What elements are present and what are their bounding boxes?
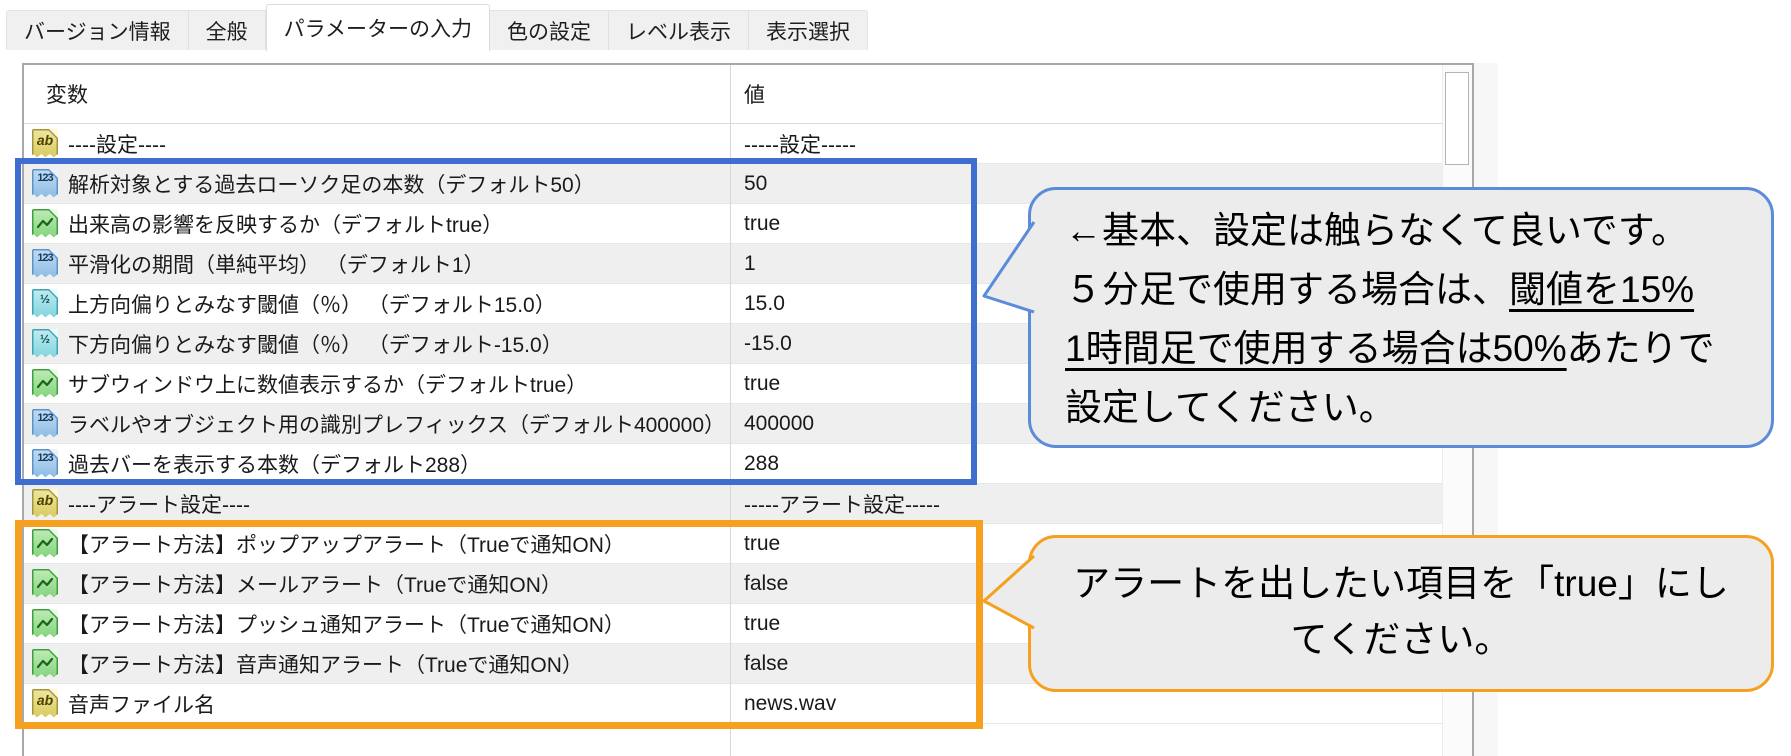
table-row[interactable]: ab ----アラート設定---- -----アラート設定----- [24,484,1442,524]
string-type-icon: ab [32,129,58,158]
tab-common[interactable]: 全般 [189,11,266,50]
callout-line: 設定してください。 [1065,387,1396,428]
column-header-variable[interactable]: 変数 [46,65,88,123]
tab-bar: バージョン情報 全般 パラメーターの入力 色の設定 レベル表示 表示選択 [6,4,868,51]
tab-version-info[interactable]: バージョン情報 [7,11,189,50]
tab-colors[interactable]: 色の設定 [490,11,609,50]
table-header: 変数 値 [24,65,1472,124]
orange-callout: アラートを出したい項目を「true」にし てください。 [1028,535,1774,692]
callout-line: ←基本、設定は触らなくて良いです。 [1065,210,1689,251]
tab-levels[interactable]: レベル表示 [609,11,749,50]
string-type-icon: ab [32,489,58,518]
blue-callout-text: ←基本、設定は触らなくて良いです。 ５分足で使用する場合は、閾値を15% 1時間足で… [1031,190,1771,437]
tab-visualization[interactable]: 表示選択 [749,11,867,50]
callout-line: てください。 [1290,619,1512,660]
column-header-value[interactable]: 値 [744,65,765,123]
orange-callout-text: アラートを出したい項目を「true」にし てください。 [1031,538,1771,668]
row-value[interactable]: -----設定----- [744,129,1438,159]
row-variable: ab ----アラート設定---- [32,489,724,519]
callout-line: 1時間足で使用する場合は50%あたりで [1065,328,1715,369]
variable-name: ----設定---- [68,133,166,157]
callout-line: アラートを出したい項目を「true」にし [1073,563,1729,604]
blue-highlight-box [15,158,977,485]
tab-inputs[interactable]: パラメーターの入力 [265,4,490,51]
blue-callout-tail-icon [982,221,1036,314]
row-value[interactable]: -----アラート設定----- [744,489,1438,519]
orange-highlight-box [15,520,983,729]
orange-callout-tail-icon [982,554,1036,630]
callout-line: ５分足で使用する場合は、閾値を15% [1065,269,1695,310]
row-variable: ab ----設定---- [32,129,724,159]
scrollbar-thumb[interactable] [1445,72,1469,165]
indicator-properties-dialog: バージョン情報 全般 パラメーターの入力 色の設定 レベル表示 表示選択 変数 値 ab -… [0,0,1791,756]
blue-callout: ←基本、設定は触らなくて良いです。 ５分足で使用する場合は、閾値を15% 1時間足で… [1028,187,1774,448]
variable-name: ----アラート設定---- [68,493,250,517]
